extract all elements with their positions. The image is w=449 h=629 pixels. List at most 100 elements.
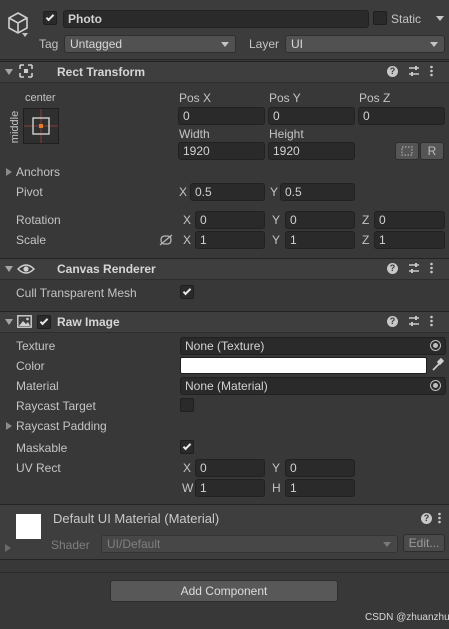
material-preview-icons: ? xyxy=(421,512,445,526)
presets-icon[interactable] xyxy=(408,315,420,327)
presets-icon[interactable] xyxy=(408,262,420,274)
shader-dropdown[interactable]: UI/Default xyxy=(101,535,398,553)
pos-x-field[interactable]: 0 xyxy=(178,107,265,125)
dotted-rect-icon xyxy=(401,146,413,156)
raw-image-icon xyxy=(17,315,32,328)
texture-object-picker-icon[interactable] xyxy=(430,340,441,351)
watermark: CSDN @zhuanzhuo xyxy=(365,612,449,623)
scale-y-field[interactable]: 1 xyxy=(285,231,355,249)
rot-z-field[interactable]: 0 xyxy=(374,211,445,229)
texture-field[interactable]: None (Texture) xyxy=(180,337,446,355)
static-dropdown-caret[interactable] xyxy=(436,16,444,21)
component-header-icons: ? xyxy=(387,315,441,329)
foldout-arrow-icon[interactable] xyxy=(5,319,13,325)
layer-dropdown[interactable]: UI xyxy=(285,35,445,53)
active-checkbox[interactable] xyxy=(43,11,57,25)
uv-y-field[interactable]: 0 xyxy=(285,459,355,477)
pivot-x-field[interactable]: 0.5 xyxy=(190,183,265,201)
help-icon[interactable]: ? xyxy=(387,316,398,327)
presets-icon[interactable] xyxy=(408,65,420,77)
uv-x-field[interactable]: 0 xyxy=(195,459,265,477)
scale-z-field[interactable]: 1 xyxy=(374,231,445,249)
scale-x-axis-label: X xyxy=(183,233,192,247)
help-icon[interactable]: ? xyxy=(387,66,398,77)
raw-edit-button[interactable]: R xyxy=(420,142,444,160)
more-menu-icon[interactable] xyxy=(430,315,433,327)
material-preview-swatch[interactable] xyxy=(16,514,41,539)
height-label: Height xyxy=(269,127,304,141)
anchors-foldout-icon[interactable] xyxy=(6,168,12,176)
tag-label: Tag xyxy=(39,37,59,51)
anchor-v-label: middle xyxy=(9,110,22,144)
cull-transparent-mesh-label: Cull Transparent Mesh xyxy=(16,286,137,300)
raw-image-enabled-checkbox[interactable] xyxy=(37,315,51,329)
check-icon xyxy=(45,12,55,22)
uv-h-field[interactable]: 1 xyxy=(285,479,355,497)
rot-x-axis-label: X xyxy=(183,213,192,227)
color-label: Color xyxy=(16,359,45,373)
canvas-renderer-title: Canvas Renderer xyxy=(57,262,156,276)
maskable-checkbox[interactable] xyxy=(180,440,194,454)
gameobject-icon-dropdown-caret[interactable] xyxy=(22,33,28,37)
check-icon xyxy=(182,286,192,296)
material-label: Material xyxy=(16,379,59,393)
rect-transform-icon xyxy=(19,64,33,78)
texture-label: Texture xyxy=(16,339,56,353)
help-icon[interactable]: ? xyxy=(421,513,432,524)
scale-x-field[interactable]: 1 xyxy=(195,231,265,249)
more-menu-icon[interactable] xyxy=(430,262,433,274)
pivot-y-field[interactable]: 0.5 xyxy=(280,183,355,201)
check-icon xyxy=(182,441,192,451)
static-label: Static xyxy=(391,12,422,26)
blueprint-mode-button[interactable] xyxy=(395,142,419,160)
raw-image-title: Raw Image xyxy=(57,315,120,329)
anchor-presets-button[interactable] xyxy=(23,108,59,144)
maskable-label: Maskable xyxy=(16,441,68,455)
material-field[interactable]: None (Material) xyxy=(180,377,446,395)
foldout-arrow-icon[interactable] xyxy=(5,266,13,272)
chevron-down-icon xyxy=(221,42,229,47)
material-object-picker-icon[interactable] xyxy=(430,380,441,391)
color-swatch-field[interactable] xyxy=(180,357,427,374)
check-icon xyxy=(39,316,49,326)
more-menu-icon[interactable] xyxy=(430,65,433,77)
rotation-label: Rotation xyxy=(16,213,61,227)
material-foldout-icon[interactable] xyxy=(5,544,11,552)
shader-label: Shader xyxy=(51,538,90,552)
gameobject-name-field[interactable]: Photo xyxy=(63,10,369,28)
foldout-arrow-icon[interactable] xyxy=(5,69,13,75)
raycast-target-checkbox[interactable] xyxy=(180,398,194,412)
scale-y-axis-label: Y xyxy=(272,233,281,247)
width-field[interactable]: 1920 xyxy=(178,142,265,160)
edit-shader-button[interactable]: Edit... xyxy=(403,534,445,552)
help-icon[interactable]: ? xyxy=(387,263,398,274)
tag-dropdown[interactable]: Untagged xyxy=(64,35,236,53)
height-field[interactable]: 1920 xyxy=(268,142,355,160)
rot-z-axis-label: Z xyxy=(362,213,370,227)
layer-label: Layer xyxy=(249,37,280,51)
scale-label: Scale xyxy=(16,233,47,247)
more-menu-icon[interactable] xyxy=(438,512,441,524)
raycast-padding-foldout-icon[interactable] xyxy=(6,422,12,430)
uv-w-field[interactable]: 1 xyxy=(195,479,265,497)
cull-transparent-mesh-checkbox[interactable] xyxy=(180,285,194,299)
chevron-down-icon xyxy=(383,542,391,547)
scale-z-axis-label: Z xyxy=(362,233,370,247)
rot-x-field[interactable]: 0 xyxy=(195,211,265,229)
rot-y-field[interactable]: 0 xyxy=(285,211,355,229)
rect-transform-title: Rect Transform xyxy=(57,65,146,79)
pos-y-field[interactable]: 0 xyxy=(268,107,355,125)
anchors-label[interactable]: Anchors xyxy=(16,164,60,180)
uv-y-axis-label: Y xyxy=(272,461,281,475)
chevron-down-icon xyxy=(430,42,438,47)
raycast-padding-label[interactable]: Raycast Padding xyxy=(16,418,107,434)
pivot-label: Pivot xyxy=(16,185,43,199)
constrain-proportions-icon[interactable] xyxy=(159,234,173,246)
pos-z-field[interactable]: 0 xyxy=(358,107,445,125)
add-component-button[interactable]: Add Component xyxy=(110,580,338,602)
raycast-target-label: Raycast Target xyxy=(16,399,96,413)
static-checkbox[interactable] xyxy=(373,11,387,25)
eyedropper-icon[interactable] xyxy=(431,358,444,372)
width-label: Width xyxy=(179,127,210,141)
shader-value: UI/Default xyxy=(107,537,161,551)
